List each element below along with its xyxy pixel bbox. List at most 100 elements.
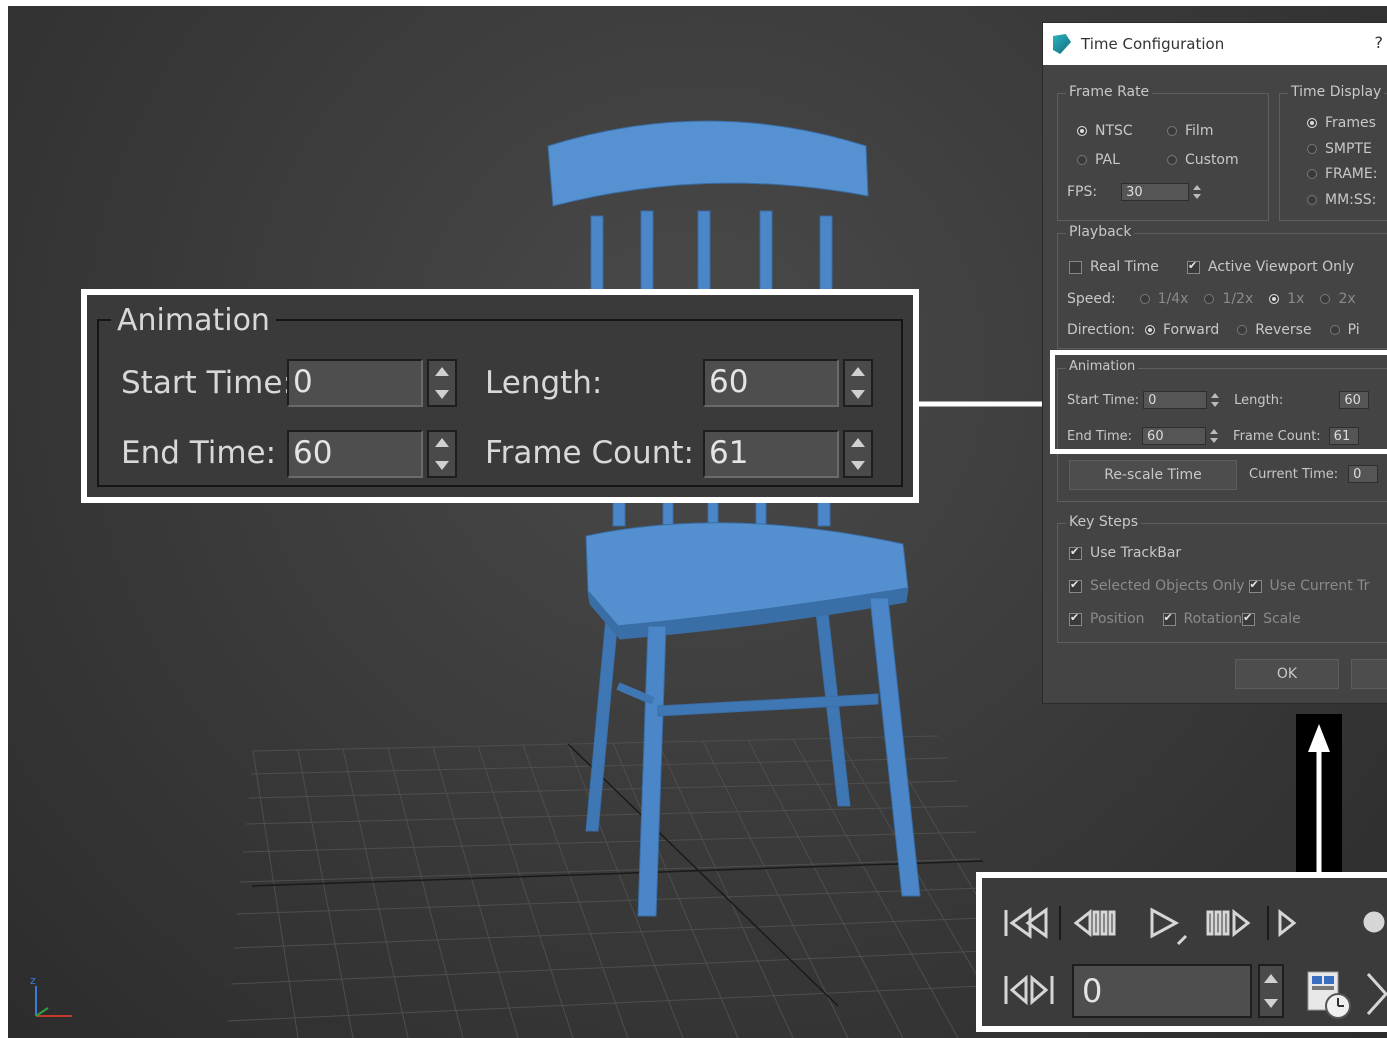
radio-ntsc-label: NTSC bbox=[1095, 123, 1133, 139]
radio-pal-label: PAL bbox=[1095, 152, 1120, 168]
position-checkbox-box[interactable] bbox=[1069, 611, 1082, 626]
speed-quarter-radio[interactable] bbox=[1139, 294, 1150, 304]
direction-pingpong-radio[interactable] bbox=[1329, 325, 1340, 335]
radio-custom[interactable]: Custom bbox=[1167, 152, 1239, 168]
go-to-start-icon bbox=[1004, 907, 1048, 939]
zoom-end-time-field[interactable]: 60 bbox=[287, 430, 423, 478]
current-time-row: Current Time: 0 bbox=[1249, 465, 1379, 483]
selected-objects-checkbox[interactable]: Selected Objects Only Use Current Tr bbox=[1069, 578, 1369, 594]
speed-2x-radio[interactable] bbox=[1320, 294, 1331, 304]
zoom-start-time-label: Start Time: bbox=[121, 365, 293, 401]
zoom-frame-count-label: Frame Count: bbox=[485, 435, 694, 471]
active-viewport-checkbox[interactable]: Active Viewport Only bbox=[1187, 259, 1354, 275]
position-label: Position bbox=[1090, 611, 1145, 627]
use-trackbar-checkbox[interactable]: Use TrackBar bbox=[1069, 545, 1181, 561]
current-frame-spinner[interactable] bbox=[1258, 964, 1284, 1018]
previous-frame-icon bbox=[1073, 908, 1116, 938]
axis-tripod: z bbox=[30, 974, 72, 1017]
viewport-navigation-icon[interactable] bbox=[1364, 966, 1387, 1022]
radio-custom-label: Custom bbox=[1185, 152, 1239, 168]
radio-pal-indicator[interactable] bbox=[1077, 155, 1087, 165]
radio-smpte-indicator[interactable] bbox=[1307, 144, 1317, 154]
app-logo-icon bbox=[1053, 34, 1071, 54]
zoom-end-time-spinner[interactable] bbox=[427, 430, 457, 478]
selected-objects-checkbox-box[interactable] bbox=[1069, 578, 1082, 593]
radio-frame-ticks-indicator[interactable] bbox=[1307, 169, 1317, 179]
speed-1x-radio[interactable] bbox=[1269, 294, 1280, 304]
direction-reverse-label: Reverse bbox=[1255, 322, 1312, 338]
fps-label: FPS: bbox=[1067, 184, 1098, 200]
radio-ntsc[interactable]: NTSC bbox=[1077, 123, 1133, 139]
rotation-label: Rotation bbox=[1183, 611, 1243, 627]
radio-film-indicator[interactable] bbox=[1167, 126, 1177, 136]
speed-label: Speed: bbox=[1067, 291, 1116, 307]
animation-highlight-box bbox=[1050, 350, 1387, 454]
playback-buttons-strip bbox=[1004, 906, 1385, 946]
next-frame-icon bbox=[1206, 908, 1251, 938]
zoom-start-time-field[interactable]: 0 bbox=[287, 359, 423, 407]
direction-row: Direction: Forward Reverse Pi bbox=[1067, 322, 1360, 338]
fps-field[interactable]: 30 bbox=[1121, 183, 1190, 201]
time-configuration-icon[interactable] bbox=[1300, 966, 1356, 1022]
key-mode-icon bbox=[1363, 911, 1385, 933]
position-rotation-scale-row: Position Rotation Scale bbox=[1069, 611, 1301, 627]
use-current-checkbox-box[interactable] bbox=[1248, 578, 1262, 593]
dialog-title: Time Configuration bbox=[1081, 35, 1225, 53]
zoom-frame-count-spinner[interactable] bbox=[843, 430, 873, 478]
speed-half-radio[interactable] bbox=[1204, 294, 1215, 304]
direction-forward-radio[interactable] bbox=[1144, 325, 1155, 335]
speed-quarter-label: 1/4x bbox=[1157, 291, 1189, 307]
zoom-length-spinner[interactable] bbox=[843, 359, 873, 407]
help-button[interactable]: ? bbox=[1375, 33, 1384, 52]
ok-button[interactable]: OK bbox=[1235, 659, 1339, 689]
radio-mmss-indicator[interactable] bbox=[1307, 195, 1317, 205]
frame-rate-label: Frame Rate bbox=[1066, 84, 1153, 100]
playback-label: Playback bbox=[1066, 224, 1135, 240]
playback-controls-callout: 0 bbox=[976, 872, 1387, 1032]
speed-2x-label: 2x bbox=[1338, 291, 1356, 307]
speed-row: Speed: 1/4x 1/2x 1x 2x bbox=[1067, 291, 1356, 307]
chair-model bbox=[547, 120, 921, 917]
use-trackbar-checkbox-box[interactable] bbox=[1069, 545, 1082, 560]
real-time-checkbox[interactable]: Real Time bbox=[1069, 259, 1159, 275]
active-viewport-label: Active Viewport Only bbox=[1208, 259, 1355, 275]
cancel-button[interactable] bbox=[1351, 659, 1387, 689]
z-axis-label: z bbox=[30, 974, 36, 987]
use-current-label: Use Current Tr bbox=[1269, 578, 1370, 594]
rotation-checkbox-box[interactable] bbox=[1162, 611, 1176, 626]
radio-frame-ticks[interactable]: FRAME: bbox=[1307, 166, 1377, 182]
go-to-end-icon bbox=[1278, 908, 1297, 938]
zoom-frame-count-field[interactable]: 61 bbox=[703, 430, 839, 478]
current-time-field[interactable]: 0 bbox=[1348, 465, 1379, 483]
radio-ntsc-indicator[interactable] bbox=[1077, 126, 1087, 136]
active-viewport-checkbox-box[interactable] bbox=[1187, 259, 1200, 274]
time-display-label: Time Display bbox=[1288, 84, 1385, 100]
key-steps-label: Key Steps bbox=[1066, 514, 1142, 530]
rescale-time-button[interactable]: Re-scale Time bbox=[1069, 460, 1237, 490]
zoom-length-field[interactable]: 60 bbox=[703, 359, 839, 407]
radio-mmss[interactable]: MM:SS: bbox=[1307, 192, 1376, 208]
direction-reverse-radio[interactable] bbox=[1237, 325, 1248, 335]
radio-frames[interactable]: Frames bbox=[1307, 115, 1376, 131]
speed-1x-label: 1x bbox=[1287, 291, 1305, 307]
radio-frame-ticks-label: FRAME: bbox=[1325, 166, 1378, 182]
current-time-label: Current Time: bbox=[1249, 466, 1339, 482]
dialog-titlebar[interactable]: Time Configuration ? bbox=[1043, 23, 1387, 65]
radio-film[interactable]: Film bbox=[1167, 123, 1213, 139]
key-mode-toggle-icon[interactable] bbox=[992, 962, 1072, 1022]
zoom-start-time-spinner[interactable] bbox=[427, 359, 457, 407]
radio-mmss-label: MM:SS: bbox=[1325, 192, 1377, 208]
animation-zoom-callout: Animation Start Time: 0 Length: 60 End T… bbox=[81, 289, 919, 503]
radio-custom-indicator[interactable] bbox=[1167, 155, 1177, 165]
current-frame-field[interactable]: 0 bbox=[1072, 964, 1252, 1018]
scale-checkbox-box[interactable] bbox=[1242, 611, 1256, 626]
radio-pal[interactable]: PAL bbox=[1077, 152, 1120, 168]
real-time-checkbox-box[interactable] bbox=[1069, 260, 1082, 274]
radio-smpte[interactable]: SMPTE bbox=[1307, 141, 1372, 157]
viewport[interactable]: z Time Configuration ? Frame Rate NTSC F… bbox=[8, 6, 1387, 1038]
fps-spinner[interactable] bbox=[1192, 183, 1202, 201]
radio-frames-indicator[interactable] bbox=[1307, 118, 1317, 128]
use-trackbar-label: Use TrackBar bbox=[1090, 545, 1182, 561]
fps-row: FPS: 30 bbox=[1067, 183, 1202, 201]
direction-pingpong-label: Pi bbox=[1347, 322, 1360, 338]
